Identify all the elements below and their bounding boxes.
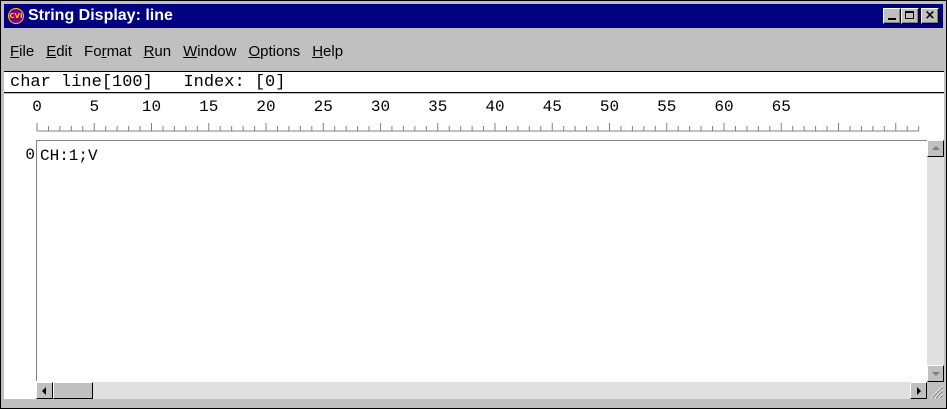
window-title: String Display: line (28, 7, 173, 24)
menu-options-label: ptions (260, 42, 301, 60)
horizontal-scrollbar[interactable] (36, 382, 927, 399)
menu-window-label: indow (197, 42, 237, 60)
index-value[interactable]: [0] (255, 73, 286, 92)
menu-format[interactable]: Format (84, 43, 132, 60)
arrow-left-icon (42, 387, 46, 395)
menu-format-label: mat (106, 42, 132, 60)
ruler-label: 15 (199, 98, 218, 116)
arrow-down-icon (932, 372, 940, 376)
ruler-label: 20 (256, 98, 275, 116)
arrow-up-icon (932, 146, 940, 150)
ruler-label: 5 (89, 98, 99, 116)
close-icon: × (924, 8, 936, 23)
menu-file-label: ile (19, 42, 35, 60)
vertical-scrollbar[interactable] (927, 140, 944, 382)
menu-help-label: elp (323, 42, 344, 60)
arrow-right-icon (917, 387, 921, 395)
menu-bar: File Edit Format Run Window Options Help (4, 40, 349, 62)
menu-format-prefix: Fo (84, 42, 102, 60)
ruler-label: 10 (142, 98, 161, 116)
column-ruler: 0 5 10 15 20 25 30 35 40 45 50 55 60 65 (4, 94, 944, 140)
string-text-area[interactable]: CH:1;V (36, 140, 927, 381)
size-grip[interactable] (927, 382, 944, 399)
menu-options[interactable]: Options (248, 43, 300, 60)
ruler-label: 60 (714, 98, 733, 116)
ruler-label: 55 (657, 98, 676, 116)
ruler-label: 65 (772, 98, 791, 116)
menu-help-mnemonic: H (312, 42, 324, 60)
menu-window[interactable]: Window (183, 43, 236, 60)
ruler-label: 35 (428, 98, 447, 116)
string-display-window: CVI String Display: line × File Edit For… (0, 0, 947, 409)
ruler-label: 50 (600, 98, 619, 116)
ruler-label: 25 (314, 98, 333, 116)
index-label: Index: (183, 73, 245, 92)
line-number: 0 (25, 146, 35, 164)
maximize-icon (905, 11, 914, 19)
horizontal-scroll-thumb[interactable] (53, 382, 93, 399)
menu-edit[interactable]: Edit (46, 43, 72, 60)
scroll-left-button[interactable] (36, 382, 53, 399)
ruler-label: 30 (371, 98, 390, 116)
string-content[interactable]: CH:1;V (40, 147, 98, 165)
menu-run-label: un (154, 42, 172, 60)
cvi-app-icon[interactable]: CVI (8, 8, 24, 24)
ruler-label: 45 (543, 98, 562, 116)
scroll-right-button[interactable] (910, 382, 927, 399)
line-number-gutter: 0 (4, 140, 35, 381)
variable-info-bar: char line[100] Index: [0] (4, 71, 944, 93)
menu-edit-label: dit (56, 42, 73, 60)
menu-edit-mnemonic: E (46, 42, 57, 60)
menu-help[interactable]: Help (312, 43, 343, 60)
menu-window-mnemonic: W (183, 42, 198, 60)
window-bottom-border (4, 399, 944, 407)
menu-options-mnemonic: O (248, 42, 261, 60)
menu-file[interactable]: File (10, 43, 34, 60)
ruler-label: 0 (32, 98, 42, 116)
menu-file-mnemonic: F (10, 42, 20, 60)
scroll-up-button[interactable] (927, 140, 944, 157)
menu-run-mnemonic: R (143, 42, 155, 60)
minimize-icon (888, 18, 896, 20)
title-bar[interactable]: CVI String Display: line × (4, 4, 943, 28)
size-grip-icon (930, 385, 944, 399)
close-button[interactable]: × (921, 8, 939, 24)
menu-run[interactable]: Run (144, 43, 172, 60)
minimize-button[interactable] (883, 8, 901, 24)
scroll-down-button[interactable] (927, 365, 944, 382)
variable-declaration: char line[100] (10, 73, 153, 92)
ruler-graphic: 0 5 10 15 20 25 30 35 40 45 50 55 60 65 (32, 98, 920, 132)
maximize-button[interactable] (901, 8, 919, 24)
ruler-label: 40 (485, 98, 504, 116)
